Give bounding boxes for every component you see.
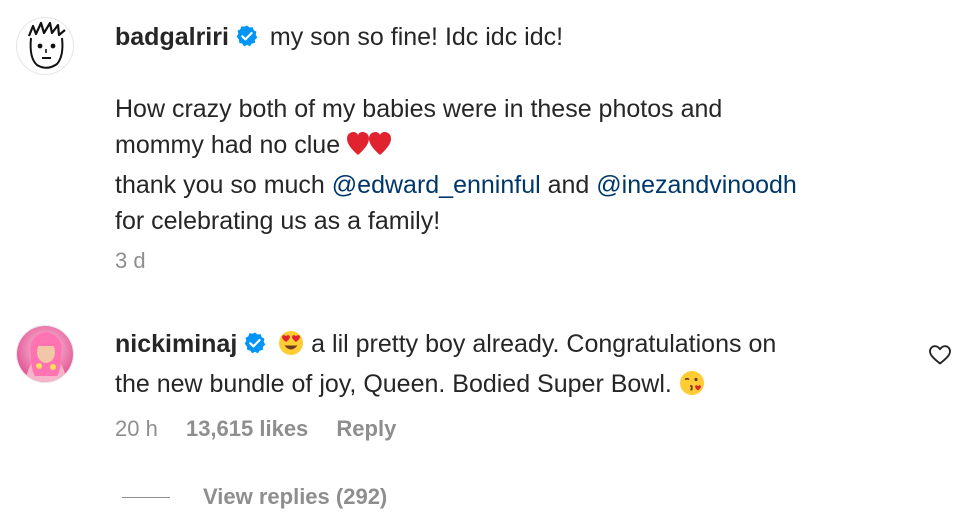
comment-text-line: my son so fine! Idc idc idc! xyxy=(269,23,564,51)
comment-timestamp[interactable]: 20 h xyxy=(115,416,158,442)
comment-text-badgalriri: badgalriri my son so fine! Idc idc idc! … xyxy=(115,19,797,239)
face-blowing-kiss-emoji xyxy=(679,370,705,406)
comment-meta-nickiminaj: 20 h 13,615 likes Reply xyxy=(115,416,418,442)
view-replies-label: View replies (292) xyxy=(203,484,388,509)
comment-paragraph-line2: mommy had no clue xyxy=(115,127,797,167)
comment-text-line: mommy had no clue xyxy=(115,131,341,159)
comment-text-line: the new bundle of joy, Queen. Bodied Sup… xyxy=(115,370,672,398)
doodle-face-avatar-icon xyxy=(27,21,66,69)
comment-meta-badgalriri: 3 d xyxy=(115,248,168,274)
reply-button[interactable]: Reply xyxy=(336,416,396,442)
comment-timestamp[interactable]: 3 d xyxy=(115,248,146,274)
like-comment-button[interactable] xyxy=(928,343,952,367)
comment-text-line: and xyxy=(547,171,590,199)
mention-inezandvinoodh[interactable]: @inezandvinoodh xyxy=(596,171,797,199)
red-heart-emoji xyxy=(347,131,392,167)
comment-last-line: for celebrating us as a family! xyxy=(115,207,441,235)
comment-second-line: the new bundle of joy, Queen. Bodied Sup… xyxy=(115,366,776,406)
verified-badge-icon xyxy=(243,329,267,354)
comment-text-line: thank you so much xyxy=(115,171,325,199)
view-replies-button[interactable]: View replies (292) xyxy=(122,480,387,514)
heart-outline-icon xyxy=(929,345,951,365)
avatar-badgalriri[interactable] xyxy=(16,17,74,75)
heart-eyes-emoji xyxy=(278,330,304,366)
mention-edward-enninful[interactable]: @edward_enninful xyxy=(332,171,541,199)
avatar-nickiminaj[interactable] xyxy=(16,325,74,383)
comment-first-line: badgalriri my son so fine! Idc idc idc! xyxy=(115,19,797,55)
comment-text-nickiminaj: nickiminaj a lil pretty boy already. Con… xyxy=(115,326,776,406)
username-badgalriri[interactable]: badgalriri xyxy=(115,23,229,51)
username-nickiminaj[interactable]: nickiminaj xyxy=(115,330,237,358)
likes-count[interactable]: 13,615 likes xyxy=(186,416,308,442)
verified-badge-icon xyxy=(235,22,259,47)
comment-first-line: nickiminaj a lil pretty boy already. Con… xyxy=(115,326,776,366)
replies-divider xyxy=(122,496,170,498)
profile-photo-icon xyxy=(17,326,73,382)
comment-text-line: a lil pretty boy already. Congratulation… xyxy=(311,330,777,358)
comment-thanks-line: thank you so much @edward_enninful and @… xyxy=(115,167,797,203)
comment-paragraph-line1: How crazy both of my babies were in thes… xyxy=(115,95,723,123)
